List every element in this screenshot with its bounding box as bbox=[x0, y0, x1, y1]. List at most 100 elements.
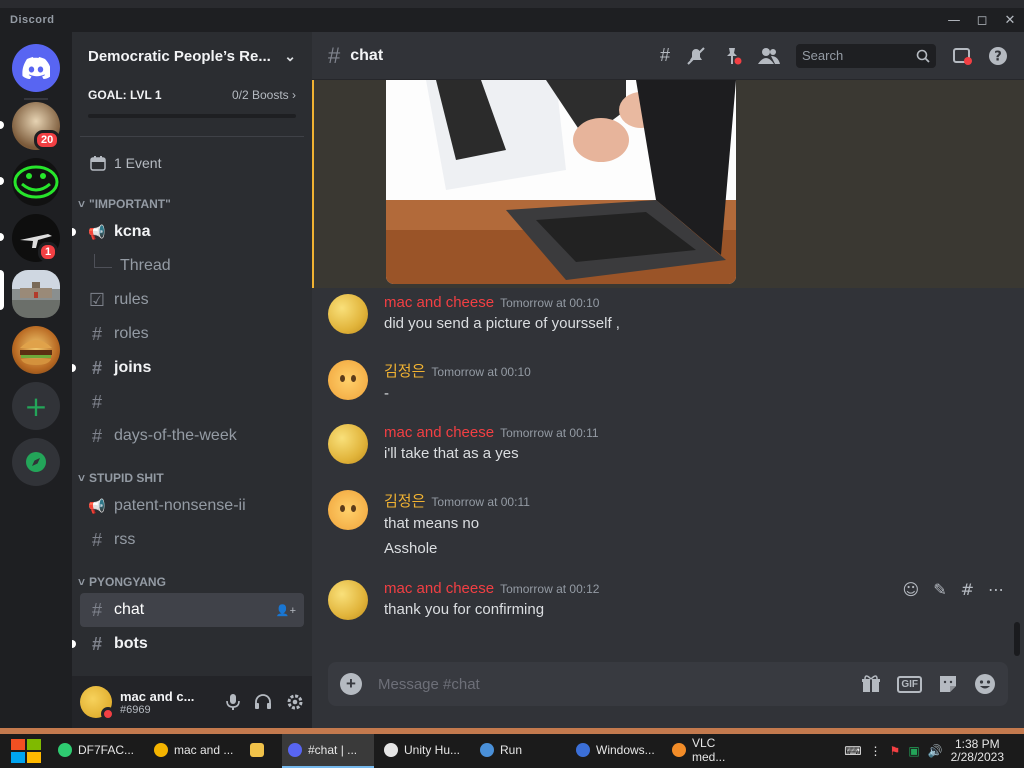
add-reaction-icon[interactable]: ☺ bbox=[903, 580, 920, 599]
hash-icon: # bbox=[91, 633, 102, 654]
channel-name: bots bbox=[114, 635, 148, 652]
message[interactable]: 김정은 Tomorrow at 00:11 that means no Asshole bbox=[328, 490, 530, 557]
help-icon[interactable]: ? bbox=[988, 46, 1008, 66]
task-vlc[interactable]: VLC med... bbox=[666, 734, 758, 768]
channel-Thread[interactable]: Thread bbox=[80, 249, 304, 283]
channel-kcna[interactable]: 📢 kcna bbox=[72, 215, 304, 249]
server-header[interactable]: Democratic People’s Re... ⌄ bbox=[72, 32, 312, 80]
server-icon-2[interactable] bbox=[12, 158, 60, 206]
channel-days-of-the-week[interactable]: # days-of-the-week bbox=[80, 419, 304, 453]
emoji-icon[interactable] bbox=[974, 673, 996, 695]
message-author[interactable]: mac and cheese bbox=[384, 294, 494, 311]
task-chrome[interactable]: mac and ... bbox=[148, 734, 240, 768]
chevron-right-icon: › bbox=[292, 88, 296, 102]
maximize-button[interactable]: ◻ bbox=[968, 8, 996, 32]
microphone-icon[interactable] bbox=[226, 693, 240, 711]
avatar[interactable] bbox=[328, 360, 368, 400]
network-icon[interactable]: ▣ bbox=[908, 744, 919, 758]
gift-icon[interactable] bbox=[861, 674, 881, 694]
close-button[interactable]: ✕ bbox=[996, 8, 1024, 32]
unity-hub-icon bbox=[384, 743, 398, 757]
scrollbar-thumb[interactable] bbox=[1014, 622, 1020, 656]
message-input[interactable]: Message #chat bbox=[378, 676, 480, 693]
message-author[interactable]: 김정은 bbox=[384, 490, 425, 511]
create-thread-icon[interactable]: # bbox=[961, 580, 974, 599]
volume-icon[interactable]: 🔊 bbox=[928, 744, 943, 758]
inbox-icon[interactable] bbox=[952, 46, 972, 66]
category-header[interactable]: ˅ "IMPORTANT" bbox=[72, 193, 312, 215]
task-unity-hub[interactable]: Unity Hu... bbox=[378, 734, 470, 768]
message[interactable]: mac and cheese Tomorrow at 00:11 i'll take… bbox=[328, 424, 599, 464]
add-server-button[interactable]: + bbox=[12, 382, 60, 430]
channel-bots[interactable]: # bots bbox=[72, 627, 304, 661]
explore-servers-button[interactable] bbox=[12, 438, 60, 486]
message-text: i'll take that as a yes bbox=[384, 445, 519, 462]
avatar[interactable] bbox=[328, 294, 368, 334]
message[interactable]: 김정은 Tomorrow at 00:10 - bbox=[328, 360, 531, 402]
channel-rules[interactable]: ☑ rules bbox=[80, 283, 304, 317]
hash-icon: # bbox=[91, 425, 102, 446]
more-options-icon[interactable]: ⋯ bbox=[988, 580, 1004, 599]
channel-chat[interactable]: # chat 👤+ bbox=[80, 593, 304, 627]
message[interactable]: mac and cheese Tomorrow at 00:10 did you s… bbox=[328, 294, 620, 334]
task-spotify[interactable]: DF7FAC... bbox=[52, 734, 144, 768]
headphones-icon[interactable] bbox=[254, 693, 272, 711]
mentioned-message-highlight bbox=[312, 80, 1024, 288]
member-list-icon[interactable] bbox=[758, 47, 780, 65]
threads-icon[interactable]: # bbox=[660, 45, 670, 66]
boost-goal[interactable]: GOAL: LVL 1 0/2 Boosts › bbox=[72, 80, 312, 118]
channel-unnamed[interactable]: # bbox=[80, 385, 304, 419]
edit-icon[interactable]: ✎ bbox=[933, 580, 946, 599]
svg-text:?: ? bbox=[994, 49, 1002, 64]
channel-roles[interactable]: # roles bbox=[80, 317, 304, 351]
gif-button[interactable]: GIF bbox=[897, 675, 922, 693]
thread-icon bbox=[94, 254, 112, 268]
start-button[interactable] bbox=[0, 734, 52, 768]
avatar[interactable] bbox=[328, 580, 368, 620]
server-icon-5[interactable] bbox=[12, 326, 60, 374]
clock[interactable]: 1:38 PM 2/28/2023 bbox=[951, 738, 1004, 764]
avatar[interactable] bbox=[328, 490, 368, 530]
notification-muted-icon[interactable] bbox=[686, 46, 706, 66]
keyboard-icon[interactable]: ⌨ bbox=[844, 744, 861, 758]
gear-icon[interactable] bbox=[286, 693, 304, 711]
unread-pill bbox=[0, 177, 4, 185]
pinned-messages-icon[interactable] bbox=[722, 46, 742, 66]
home-button[interactable] bbox=[12, 44, 60, 92]
message-composer[interactable]: + Message #chat GIF bbox=[328, 662, 1008, 706]
tray-overflow-icon[interactable]: ⋮ bbox=[870, 744, 882, 758]
search-input[interactable]: Search bbox=[796, 43, 936, 68]
discord-logo-icon bbox=[22, 57, 50, 79]
task-windows-help[interactable]: Windows... bbox=[570, 734, 662, 768]
flag-icon[interactable]: ⚑ bbox=[890, 744, 901, 758]
task-run[interactable]: Run bbox=[474, 734, 566, 768]
events-button[interactable]: 1 Event bbox=[72, 145, 312, 181]
channel-joins[interactable]: # joins bbox=[72, 351, 304, 385]
message-author[interactable]: mac and cheese bbox=[384, 580, 494, 597]
invite-icon[interactable]: 👤+ bbox=[276, 604, 296, 617]
task-discord[interactable]: #chat | ... bbox=[282, 734, 374, 768]
avatar[interactable] bbox=[328, 424, 368, 464]
server-rail: 20 1 + bbox=[0, 32, 72, 728]
channel-patent-nonsense-ii[interactable]: 📢 patent-nonsense-ii bbox=[80, 489, 304, 523]
announcement-icon: 📢 bbox=[88, 223, 106, 240]
channel-rss[interactable]: # rss bbox=[80, 523, 304, 557]
message-author[interactable]: 김정은 bbox=[384, 360, 425, 381]
hash-icon: # bbox=[91, 529, 102, 550]
message-timestamp: Tomorrow at 00:10 bbox=[431, 365, 531, 379]
spotify-icon bbox=[58, 743, 72, 757]
sticker-icon[interactable] bbox=[938, 674, 958, 694]
server-icon-4-active[interactable] bbox=[12, 270, 60, 318]
task-file-explorer[interactable] bbox=[244, 734, 278, 768]
category-header[interactable]: ˅ STUPID SHIT bbox=[72, 467, 312, 489]
channel-title: chat bbox=[350, 46, 384, 64]
message[interactable]: mac and cheese Tomorrow at 00:12 thank you… bbox=[328, 580, 599, 620]
attached-image[interactable] bbox=[386, 80, 736, 284]
events-label: 1 Event bbox=[114, 155, 162, 171]
windows-help-icon bbox=[576, 743, 590, 757]
attach-plus-icon[interactable]: + bbox=[340, 673, 362, 695]
minimize-button[interactable]: — bbox=[940, 8, 968, 32]
category-header[interactable]: ˅ PYONGYANG bbox=[72, 571, 312, 593]
avatar[interactable] bbox=[80, 686, 115, 721]
message-author[interactable]: mac and cheese bbox=[384, 424, 494, 441]
